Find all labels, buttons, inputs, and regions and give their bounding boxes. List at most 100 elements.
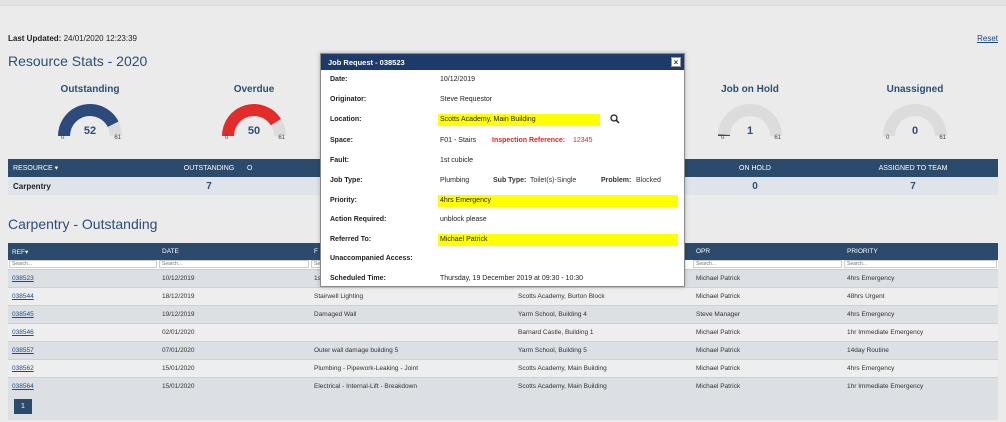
gauge-outstanding[interactable]: Outstanding 52 0 61 [50, 84, 130, 141]
table-row[interactable]: 038546 02/01/2020 Barnard Castle, Building… [8, 323, 998, 342]
gauge-title: Overdue [233, 84, 275, 95]
action-row: Action Required: unblock please [330, 215, 675, 227]
date-search-input[interactable] [159, 260, 309, 269]
gauge-title: Job on Hold [721, 84, 779, 95]
table-row[interactable]: 038562 15/01/2020 Plumbing - Pipework-Leak… [8, 359, 998, 378]
sub-type-label: Sub Type: [493, 177, 527, 184]
priority-cell: 4hrs Emergency [843, 359, 998, 378]
opr-search-input[interactable] [693, 260, 842, 269]
originator-row: Originator: Steve Requestor [330, 95, 675, 107]
scheduled-row: Scheduled Time: Thursday, 19 December 20… [330, 274, 675, 286]
ref-column-header[interactable]: REF▾ [8, 243, 158, 260]
ref-cell: 038546 [8, 323, 158, 342]
date-column-header[interactable]: DATE [158, 243, 310, 260]
priority-search-input[interactable] [844, 260, 997, 269]
ref-cell: 038523 [8, 269, 158, 288]
priority-label: Priority: [330, 197, 357, 204]
priority-value: 4hrs Emergency [440, 197, 491, 204]
gauge-max: 61 [939, 135, 946, 141]
dialog-header: Job Request - 038523 × [321, 54, 684, 70]
outstanding-column-header[interactable]: OUTSTANDING [176, 159, 242, 177]
location-cell: Yarm School, Building 5 [514, 341, 692, 360]
job-type-label: Job Type: [330, 177, 363, 184]
originator-label: Originator: [330, 96, 367, 103]
table-row[interactable]: 038557 07/01/2020 Outer wall damage buildi… [8, 341, 998, 360]
priority-cell: 4hrs Emergency [843, 305, 998, 324]
location-cell: Scotts Academy, Main Building [514, 359, 692, 378]
priority-cell: 1hr Immediate Emergency [843, 323, 998, 342]
fault-cell: Damaged Wall [310, 305, 514, 324]
job-ref-link[interactable]: 038545 [12, 311, 34, 318]
ref-cell: 038562 [8, 359, 158, 378]
opr-cell: Steve Manager [692, 305, 843, 324]
gauge-min: 0 [225, 135, 229, 141]
date-cell: 10/12/2019 [158, 269, 310, 288]
location-cell: Yarm School, Building 4 [514, 305, 692, 324]
stats-title: Resource Stats - 2020 [8, 53, 148, 69]
opr-cell: Michael Patrick [692, 323, 843, 342]
opr-cell: Michael Patrick [692, 359, 843, 378]
job-ref-link[interactable]: 038562 [12, 365, 34, 372]
gauge-unassigned[interactable]: Unassigned 0 0 61 [875, 84, 955, 141]
ref-search-input[interactable] [9, 260, 157, 269]
table-row[interactable]: 038544 18/12/2019 Stairwell Lighting Scotts… [8, 287, 998, 306]
job-type-value: Plumbing [440, 177, 470, 184]
inspection-value: 12345 [573, 137, 593, 144]
space-label: Space: [330, 137, 353, 144]
on-hold-cell[interactable]: 0 [682, 177, 828, 195]
table-row[interactable]: 038545 19/12/2019 Damaged Wall Yarm School,… [8, 305, 998, 324]
date-cell: 02/01/2020 [158, 323, 310, 342]
priority-column-header[interactable]: PRIORITY [843, 243, 998, 260]
fault-value: 1st cubicle [440, 157, 474, 164]
resource-cell[interactable]: Carpentry [8, 177, 176, 195]
dialog-title: Job Request - 038523 [328, 58, 405, 67]
problem-label: Problem: [601, 177, 632, 184]
date-cell: 18/12/2019 [158, 287, 310, 306]
action-label: Action Required: [330, 216, 387, 223]
referred-label: Referred To: [330, 236, 372, 243]
unaccompanied-row: Unaccompanied Access: [330, 254, 675, 266]
job-ref-link[interactable]: 038557 [12, 347, 34, 354]
unaccompanied-label: Unaccompanied Access: [330, 255, 413, 262]
job-ref-link[interactable]: 038546 [12, 329, 34, 336]
outstanding-cell[interactable]: 7 [176, 177, 242, 195]
gauge-min: 0 [61, 135, 65, 141]
sort-down-icon: ▾ [25, 248, 29, 256]
gauge-overdue[interactable]: Overdue 50 0 61 [214, 84, 294, 141]
resource-column-header[interactable]: RESOURCE ▾ [8, 159, 176, 177]
scheduled-value: Thursday, 19 December 2019 at 09:30 - 10… [440, 275, 584, 282]
gauge-job-on-hold[interactable]: Job on Hold 1 0 61 [710, 84, 790, 141]
close-button[interactable]: × [671, 57, 681, 67]
job-ref-link[interactable]: 038523 [12, 275, 34, 282]
opr-column-header[interactable]: OPR [692, 243, 843, 260]
date-value: 10/12/2019 [440, 76, 476, 83]
date-cell: 07/01/2020 [158, 341, 310, 360]
opr-cell: Michael Patrick [692, 287, 843, 306]
on-hold-column-header[interactable]: ON HOLD [682, 159, 828, 177]
search-icon[interactable] [610, 114, 620, 126]
gauge-max: 61 [774, 135, 781, 141]
space-row: Space: F01 - Stairs Inspection Reference… [330, 136, 675, 148]
job-ref-link[interactable]: 038544 [12, 293, 34, 300]
scheduled-label: Scheduled Time: [330, 275, 386, 282]
fault-cell: Outer wall damage building 5 [310, 341, 514, 360]
pagination: 1 [8, 390, 998, 420]
sub-type-value: Toilet(s)-Single [530, 177, 577, 184]
gauge-min: 0 [721, 135, 725, 141]
job-request-dialog: Job Request - 038523 × Date: 10/12/2019 … [320, 53, 685, 287]
gauge-title: Outstanding [60, 84, 120, 95]
gauge-title: Unassigned [886, 84, 944, 95]
assigned-column-header[interactable]: ASSIGNED TO TEAM [828, 159, 998, 177]
job-ref-link[interactable]: 038564 [12, 383, 34, 390]
assigned-cell[interactable]: 7 [828, 177, 998, 195]
location-value: Scotts Academy, Main Building [440, 116, 536, 123]
space-value: F01 - Stairs [440, 137, 477, 144]
reset-link[interactable]: Reset [977, 34, 998, 43]
location-cell: Barnard Castle, Building 1 [514, 323, 692, 342]
gauge-min: 0 [886, 135, 890, 141]
page-button-1[interactable]: 1 [14, 399, 32, 414]
fault-row: Fault: 1st cubicle [330, 156, 675, 168]
fault-label: Fault: [330, 157, 350, 164]
date-cell: 19/12/2019 [158, 305, 310, 324]
last-updated-label: Last Updated: [8, 34, 62, 43]
